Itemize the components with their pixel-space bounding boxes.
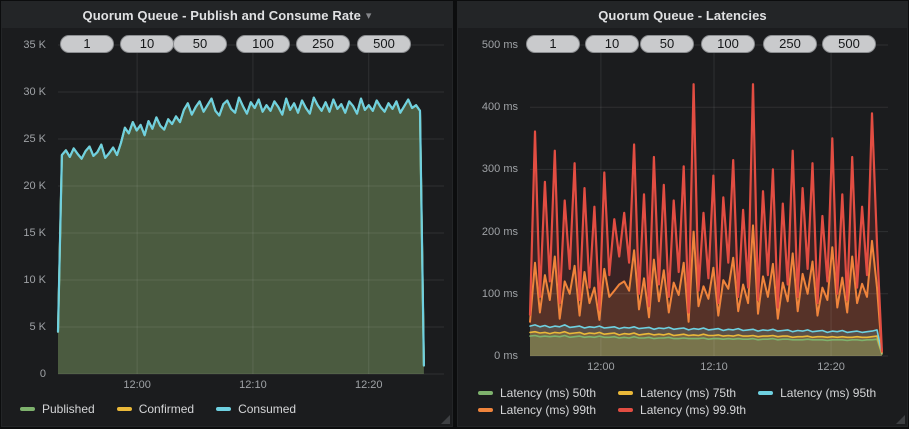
legend-item-published[interactable]: Published: [20, 402, 95, 416]
rate-chart-plot[interactable]: 11050100250500: [58, 45, 444, 374]
legend-item-latency-ms-99th[interactable]: Latency (ms) 99th: [478, 403, 596, 417]
y-tick-label: 300 ms: [482, 163, 518, 175]
legend-label: Latency (ms) 99th: [500, 403, 596, 417]
y-axis: 500 ms400 ms300 ms200 ms100 ms0 ms: [458, 45, 522, 356]
annotation-pill-500[interactable]: 500: [822, 35, 876, 53]
y-tick-label: 100 ms: [482, 288, 518, 300]
y-tick-label: 200 ms: [482, 226, 518, 238]
x-tick-label: 12:00: [587, 361, 615, 373]
y-tick-label: 25 K: [23, 133, 46, 145]
annotation-pill-10[interactable]: 10: [120, 35, 174, 53]
legend-swatch-icon: [618, 408, 633, 412]
y-tick-label: 0 ms: [494, 350, 518, 362]
legend-label: Published: [42, 402, 95, 416]
legend-item-consumed[interactable]: Consumed: [216, 402, 296, 416]
x-tick-label: 12:00: [123, 379, 151, 391]
y-tick-label: 10 K: [23, 274, 46, 286]
panel-latencies: Quorum Queue - Latencies 500 ms400 ms300…: [457, 1, 908, 427]
legend-label: Latency (ms) 75th: [640, 386, 736, 400]
annotation-pill-250[interactable]: 250: [296, 35, 350, 53]
x-axis: 12:00 12:10 12:20: [58, 379, 444, 395]
panel-publish-consume-rate: Quorum Queue - Publish and Consume Rate …: [1, 1, 453, 427]
legend-swatch-icon: [216, 407, 231, 411]
legend-swatch-icon: [478, 408, 493, 412]
legend-label: Latency (ms) 50th: [500, 386, 596, 400]
y-tick-label: 0: [40, 368, 46, 380]
x-tick-label: 12:10: [700, 361, 728, 373]
grafana-dashboard: Quorum Queue - Publish and Consume Rate …: [0, 0, 909, 429]
legend-swatch-icon: [117, 407, 132, 411]
annotation-pill-1[interactable]: 1: [60, 35, 114, 53]
annotation-pill-100[interactable]: 100: [701, 35, 755, 53]
chart-region: 35 K30 K25 K20 K15 K10 K5 K0 11050100250…: [2, 2, 452, 426]
legend-item-latency-ms-75th[interactable]: Latency (ms) 75th: [618, 386, 736, 400]
y-tick-label: 30 K: [23, 86, 46, 98]
x-axis: 12:00 12:10 12:20: [530, 361, 888, 377]
legend-label: Confirmed: [139, 402, 194, 416]
annotation-pill-500[interactable]: 500: [357, 35, 411, 53]
y-tick-label: 500 ms: [482, 39, 518, 51]
y-tick-label: 35 K: [23, 39, 46, 51]
legend-label: Latency (ms) 99.9th: [640, 403, 746, 417]
x-tick-label: 12:20: [355, 379, 383, 391]
annotation-pill-10[interactable]: 10: [585, 35, 639, 53]
annotation-pill-250[interactable]: 250: [763, 35, 817, 53]
legend-swatch-icon: [20, 407, 35, 411]
legend: Latency (ms) 50th Latency (ms) 75th Latenc…: [478, 386, 876, 417]
annotation-pill-1[interactable]: 1: [526, 35, 580, 53]
legend-item-confirmed[interactable]: Confirmed: [117, 402, 194, 416]
y-axis: 35 K30 K25 K20 K15 K10 K5 K0: [2, 45, 50, 374]
legend-item-latency-ms-95th[interactable]: Latency (ms) 95th: [758, 386, 876, 400]
y-tick-label: 400 ms: [482, 101, 518, 113]
chart-region: 500 ms400 ms300 ms200 ms100 ms0 ms 11050…: [458, 2, 907, 426]
annotation-pill-50[interactable]: 50: [173, 35, 227, 53]
annotation-pill-50[interactable]: 50: [640, 35, 694, 53]
y-tick-label: 20 K: [23, 180, 46, 192]
legend-swatch-icon: [478, 391, 493, 395]
annotation-pill-100[interactable]: 100: [236, 35, 290, 53]
panel-resize-handle[interactable]: [896, 415, 905, 424]
panel-resize-handle[interactable]: [441, 415, 450, 424]
y-tick-label: 5 K: [29, 321, 46, 333]
legend-item-latency-ms-99-9th[interactable]: Latency (ms) 99.9th: [618, 403, 746, 417]
legend-item-latency-ms-50th[interactable]: Latency (ms) 50th: [478, 386, 596, 400]
legend: Published Confirmed Consumed: [20, 402, 296, 416]
legend-label: Latency (ms) 95th: [780, 386, 876, 400]
y-tick-label: 15 K: [23, 227, 46, 239]
latency-chart-plot[interactable]: 11050100250500: [530, 45, 888, 356]
x-tick-label: 12:20: [817, 361, 845, 373]
legend-swatch-icon: [618, 391, 633, 395]
legend-swatch-icon: [758, 391, 773, 395]
x-tick-label: 12:10: [239, 379, 267, 391]
legend-label: Consumed: [238, 402, 296, 416]
